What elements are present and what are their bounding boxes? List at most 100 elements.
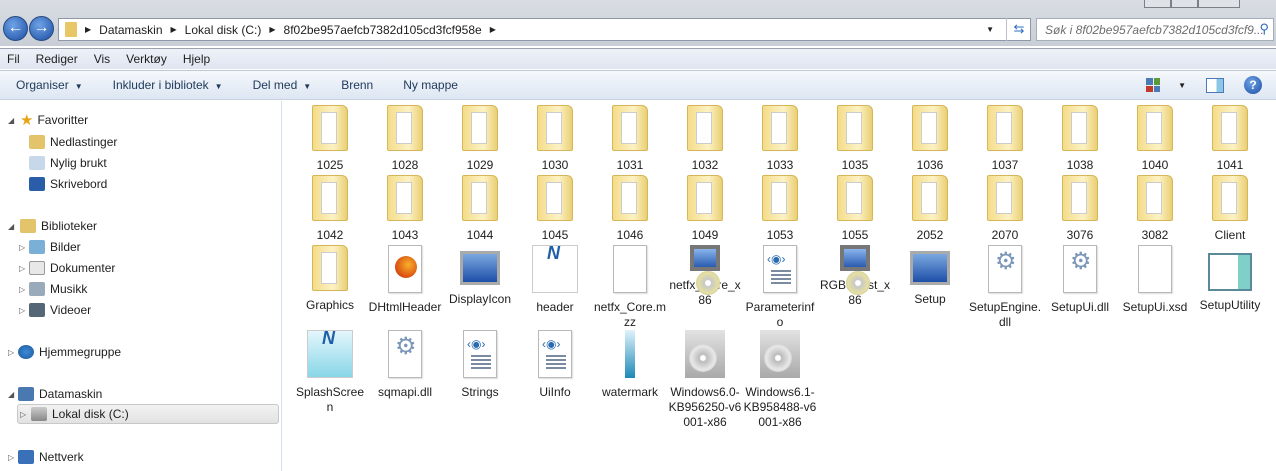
file-item[interactable]: 1031 [593, 105, 667, 173]
file-item[interactable]: 1038 [1043, 105, 1117, 173]
address-dropdown[interactable]: ▼ [986, 25, 994, 34]
sidebar-recent[interactable]: Nylig brukt [29, 153, 107, 173]
file-item[interactable]: 1036 [893, 105, 967, 173]
file-item[interactable]: 1046 [593, 175, 667, 243]
file-item[interactable]: sqmapi.dll [368, 330, 442, 400]
desktop-label: Skrivebord [50, 177, 108, 191]
file-item[interactable]: 1040 [1118, 105, 1192, 173]
file-name: DHtmlHeader [368, 300, 442, 314]
folder-icon [612, 105, 648, 151]
sidebar-libraries[interactable]: ◢ Biblioteker [8, 216, 97, 236]
file-item[interactable]: 1029 [443, 105, 517, 173]
file-item[interactable]: Windows6.1-KB958488-v6001-x86 [743, 330, 817, 430]
breadcrumb-local-disk[interactable]: Lokal disk (C:) [185, 23, 262, 37]
file-item[interactable]: header [518, 245, 592, 315]
file-item[interactable]: 1042 [293, 175, 367, 243]
file-item[interactable]: 1032 [668, 105, 742, 173]
breadcrumb-folder[interactable]: 8f02be957aefcb7382d105cd3fcf958e [284, 23, 482, 37]
breadcrumb-computer[interactable]: Datamaskin [99, 23, 162, 37]
file-item[interactable]: 3076 [1043, 175, 1117, 243]
file-item[interactable]: watermark [593, 330, 667, 400]
file-item[interactable]: 1044 [443, 175, 517, 243]
preview-pane-icon[interactable] [1206, 77, 1224, 93]
file-item[interactable]: 1043 [368, 175, 442, 243]
file-item[interactable]: 1033 [743, 105, 817, 173]
sidebar-favorites[interactable]: ◢ ★ Favoritter [8, 110, 88, 130]
file-name: 1038 [1066, 158, 1094, 172]
menu-help[interactable]: Hjelp [183, 52, 210, 66]
view-options-dropdown[interactable]: ▼ [1178, 81, 1186, 90]
address-bar[interactable]: ▶ Datamaskin ▶ Lokal disk (C:) ▶ 8f02be957a… [58, 18, 1031, 41]
refresh-button[interactable]: ⇆ [1006, 18, 1031, 41]
back-button[interactable]: ← [3, 16, 28, 41]
file-item[interactable]: 2052 [893, 175, 967, 243]
menu-edit[interactable]: Rediger [36, 52, 78, 66]
organise-button[interactable]: Organiser ▼ [16, 78, 83, 92]
file-item[interactable]: SetupUi.dll [1043, 245, 1117, 315]
file-item[interactable]: Strings [443, 330, 517, 400]
sidebar-videos[interactable]: ▷ Videoer [19, 300, 91, 320]
file-item[interactable]: UiInfo [518, 330, 592, 400]
folder-icon [312, 175, 348, 221]
menu-file[interactable]: Fil [7, 52, 20, 66]
sidebar-music[interactable]: ▷ Musikk [19, 279, 87, 299]
file-item[interactable]: Client [1193, 175, 1267, 243]
change-view-icon[interactable] [1146, 78, 1161, 92]
sidebar-downloads[interactable]: Nedlastinger [29, 132, 117, 152]
file-item[interactable]: 1030 [518, 105, 592, 173]
videos-icon [29, 303, 45, 317]
file-item[interactable]: DHtmlHeader [368, 245, 442, 315]
folder-icon [987, 105, 1023, 151]
file-name: UiInfo [539, 385, 571, 399]
sidebar-computer[interactable]: ◢ Datamaskin [8, 384, 102, 404]
file-item[interactable]: SetupUtility [1193, 245, 1267, 313]
sidebar-pictures[interactable]: ▷ Bilder [19, 237, 81, 257]
file-item[interactable]: Setup [893, 245, 967, 307]
file-item[interactable]: SetupUi.xsd [1118, 245, 1192, 315]
file-item[interactable]: Parameterinfo [743, 245, 817, 330]
file-item[interactable]: 1025 [293, 105, 367, 173]
share-with-button[interactable]: Del med ▼ [253, 78, 312, 92]
file-item[interactable]: Windows6.0-KB956250-v6001-x86 [668, 330, 742, 430]
search-icon[interactable]: ⚲ [1259, 21, 1269, 37]
file-item[interactable]: 1049 [668, 175, 742, 243]
sidebar-network[interactable]: ▷ Nettverk [8, 447, 84, 467]
file-name: 1042 [316, 228, 344, 242]
menu-view[interactable]: Vis [94, 52, 110, 66]
package-icon [685, 330, 725, 378]
file-name: 1046 [616, 228, 644, 242]
search-input[interactable]: Søk i 8f02be957aefcb7382d105cd3fcf9... ⚲ [1036, 18, 1274, 41]
file-item[interactable]: 1053 [743, 175, 817, 243]
close-button[interactable] [1198, 0, 1240, 8]
file-name: SetupUi.xsd [1122, 300, 1188, 314]
sidebar-desktop[interactable]: Skrivebord [29, 174, 107, 194]
sidebar-local-disk[interactable]: ▷ Lokal disk (C:) [17, 404, 279, 424]
file-item[interactable]: 1045 [518, 175, 592, 243]
file-item[interactable]: 1037 [968, 105, 1042, 173]
help-icon[interactable]: ? [1244, 76, 1262, 94]
file-item[interactable]: 3082 [1118, 175, 1192, 243]
file-item[interactable]: 1055 [818, 175, 892, 243]
burn-button[interactable]: Brenn [341, 78, 373, 92]
file-name: Setup [914, 292, 946, 306]
file-item[interactable]: netfx_Core.mzz [593, 245, 667, 330]
file-item[interactable]: 1035 [818, 105, 892, 173]
file-item[interactable]: 1041 [1193, 105, 1267, 173]
file-item[interactable]: Graphics [293, 245, 367, 313]
sidebar-documents[interactable]: ▷ Dokumenter [19, 258, 115, 278]
maximize-button[interactable] [1171, 0, 1198, 8]
minimize-button[interactable] [1144, 0, 1171, 8]
firefox-doc-icon [388, 245, 422, 293]
menu-tools[interactable]: Verktøy [126, 52, 167, 66]
file-item[interactable]: SetupEngine.dll [968, 245, 1042, 330]
forward-button[interactable]: → [29, 16, 54, 41]
file-item[interactable]: netfx_Core_x86 [668, 245, 742, 308]
file-item[interactable]: 2070 [968, 175, 1042, 243]
include-in-library-button[interactable]: Inkluder i bibliotek ▼ [113, 78, 223, 92]
file-item[interactable]: SplashScreen [293, 330, 367, 415]
file-item[interactable]: 1028 [368, 105, 442, 173]
file-item[interactable]: DisplayIcon [443, 245, 517, 307]
sidebar-homegroup[interactable]: ▷ Hjemmegruppe [8, 342, 121, 362]
new-folder-button[interactable]: Ny mappe [403, 78, 458, 92]
file-item[interactable]: RGB9Rast_x86 [818, 245, 892, 308]
